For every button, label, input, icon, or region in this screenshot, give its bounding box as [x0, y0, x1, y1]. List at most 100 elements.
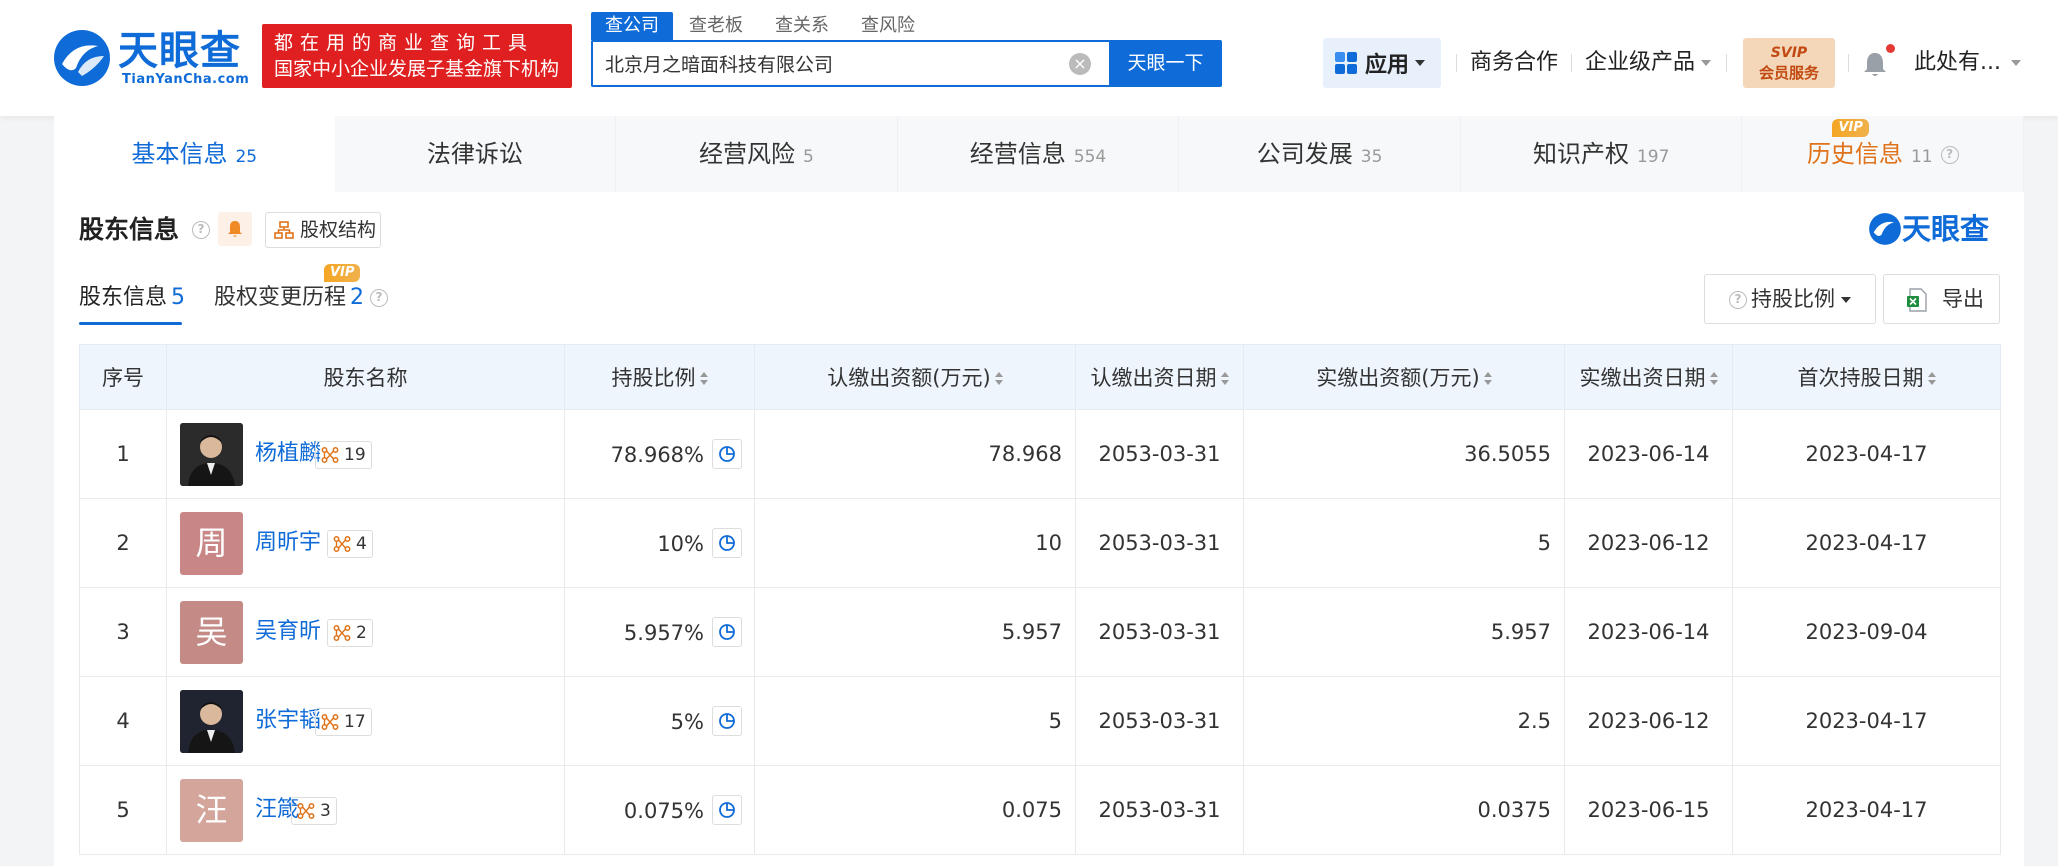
shareholder-name-link[interactable]: 吴育昕 [255, 617, 321, 647]
slogan-banner: 都在用的商业查询工具 国家中小企业发展子基金旗下机构 [262, 24, 572, 88]
search-tab-boss[interactable]: 查老板 [673, 12, 759, 40]
first-holding-date: 2023-04-17 [1732, 498, 2001, 588]
tab-history-info[interactable]: 历史信息 11? VIP [1742, 116, 2025, 192]
relation-badge[interactable]: 19 [315, 441, 372, 469]
vip-tag: VIP [324, 264, 361, 282]
tab-intellectual-property[interactable]: 知识产权 197 [1460, 116, 1743, 192]
avatar[interactable] [180, 690, 243, 753]
help-icon[interactable]: ? [370, 289, 389, 307]
pie-chart-button[interactable] [712, 795, 742, 825]
pie-chart-button[interactable] [712, 439, 742, 469]
relation-graph-icon [333, 536, 351, 552]
search-button[interactable]: 天眼一下 [1109, 40, 1222, 87]
tab-label: 公司发展 [1256, 140, 1353, 168]
row-number: 1 [79, 409, 167, 499]
chevron-down-icon [1701, 60, 1712, 66]
avatar[interactable] [180, 423, 243, 486]
subscribed-date: 2053-03-31 [1075, 676, 1244, 766]
shareholder-cell: 吴 吴育昕 2 [166, 587, 565, 677]
relation-badge[interactable]: 4 [327, 530, 373, 558]
shareholder-name-link[interactable]: 周昕宇 [255, 528, 321, 558]
avatar[interactable]: 周 [180, 512, 243, 575]
pie-chart-button[interactable] [712, 528, 742, 558]
svip-member-button[interactable]: SVIP 会员服务 [1743, 38, 1835, 88]
ratio-filter-dropdown[interactable]: ? 持股比例 [1704, 274, 1876, 324]
nav-enterprise-products[interactable]: 企业级产品 [1585, 48, 1712, 78]
monitor-bell-button[interactable] [218, 212, 252, 246]
shareholder-name-link[interactable]: 杨植麟 [255, 439, 321, 469]
search-tab-company[interactable]: 查公司 [591, 12, 673, 40]
tab-legal-litigation[interactable]: 法律诉讼 [334, 116, 617, 192]
col-header-subscribed-date[interactable]: 认缴出资日期 [1075, 344, 1244, 410]
subscribed-date: 2053-03-31 [1075, 498, 1244, 588]
col-header-paid-date[interactable]: 实缴出资日期 [1564, 344, 1733, 410]
nav-business-cooperation[interactable]: 商务合作 [1470, 48, 1558, 78]
tab-basic-info[interactable]: 基本信息 25 [54, 116, 335, 192]
tianyancha-logo[interactable]: 天眼查 TianYanCha.com [52, 26, 252, 90]
tab-label: 法律诉讼 [426, 140, 523, 168]
relation-graph-icon [321, 447, 339, 463]
sort-icon[interactable] [1483, 372, 1492, 386]
relation-count: 4 [356, 534, 367, 554]
equity-structure-button[interactable]: 股权结构 [265, 212, 381, 248]
search-input[interactable] [593, 42, 1053, 85]
tab-count: 197 [1636, 147, 1670, 167]
shareholder-cell: 杨植麟 19 [166, 409, 565, 499]
sort-icon[interactable] [1709, 372, 1718, 386]
tab-operating-info[interactable]: 经营信息 554 [897, 116, 1180, 192]
relation-count: 19 [344, 445, 366, 465]
tab-label: 知识产权 [1532, 140, 1629, 168]
excel-icon [1907, 288, 1927, 312]
ratio-cell: 10% [564, 498, 755, 588]
chevron-down-icon [2010, 60, 2021, 66]
section-title: 股东信息 [79, 215, 180, 244]
row-number: 3 [79, 587, 167, 677]
nav-app-label: 应用 [1365, 53, 1410, 78]
avatar[interactable]: 吴 [180, 601, 243, 664]
sort-icon[interactable] [1220, 372, 1229, 386]
table-row: 2 周 周昕宇 4 10% 10 2053-03-31 5 2023-06-12… [79, 498, 2001, 588]
help-icon[interactable]: ? [192, 221, 210, 239]
tab-operating-risk[interactable]: 经营风险 5 [616, 116, 898, 192]
tab-company-development[interactable]: 公司发展 35 [1179, 116, 1461, 192]
col-header-first-holding-date[interactable]: 首次持股日期 [1732, 344, 2001, 410]
paid-date: 2023-06-12 [1564, 676, 1733, 766]
relation-badge[interactable]: 3 [291, 797, 337, 825]
top-header: 天眼查 TianYanCha.com 都在用的商业查询工具 国家中小企业发展子基… [0, 0, 2058, 116]
pie-chart-button[interactable] [712, 706, 742, 736]
paid-date: 2023-06-14 [1564, 587, 1733, 677]
tab-label: 历史信息 [1806, 140, 1903, 168]
help-icon[interactable]: ? [1940, 146, 1959, 164]
notification-bell-icon[interactable] [1862, 50, 1888, 78]
search-tab-relation[interactable]: 查关系 [759, 12, 845, 40]
avatar[interactable]: 汪 [180, 779, 243, 842]
paid-amount: 5 [1243, 498, 1565, 588]
ratio-cell: 5.957% [564, 587, 755, 677]
org-chart-icon [274, 221, 294, 239]
sort-icon[interactable] [699, 372, 708, 386]
paid-date: 2023-06-14 [1564, 409, 1733, 499]
subscribed-date: 2053-03-31 [1075, 765, 1244, 855]
subtab-shareholder-info[interactable]: 股东信息 5 [79, 280, 185, 316]
sort-icon[interactable] [1927, 372, 1936, 386]
export-button[interactable]: 导出 [1883, 274, 2000, 324]
relation-badge[interactable]: 2 [327, 619, 373, 647]
nav-app-menu[interactable]: 应用 [1323, 38, 1441, 88]
sort-icon[interactable] [994, 372, 1003, 386]
search-tab-risk[interactable]: 查风险 [845, 12, 931, 40]
user-menu[interactable]: 此处有... [1914, 48, 2021, 78]
col-header-subscribed-amount[interactable]: 认缴出资额(万元) [754, 344, 1076, 410]
col-header-shareholder: 股东名称 [166, 344, 565, 410]
shareholder-cell: 周 周昕宇 4 [166, 498, 565, 588]
subscribed-amount: 0.075 [754, 765, 1076, 855]
nav-divider [1848, 54, 1849, 72]
pie-chart-icon [719, 624, 735, 640]
col-header-ratio[interactable]: 持股比例 [564, 344, 755, 410]
col-header-paid-amount[interactable]: 实缴出资额(万元) [1243, 344, 1565, 410]
shareholder-name-link[interactable]: 张宇韬 [255, 706, 321, 736]
shareholder-table: 序号 股东名称 持股比例 认缴出资额(万元) 认缴出资日期 实缴出资额(万元) … [79, 344, 2001, 855]
clear-icon[interactable]: × [1069, 53, 1091, 75]
relation-badge[interactable]: 17 [315, 708, 372, 736]
subtab-equity-change-history[interactable]: 股权变更历程 2? [214, 280, 389, 316]
pie-chart-button[interactable] [712, 617, 742, 647]
